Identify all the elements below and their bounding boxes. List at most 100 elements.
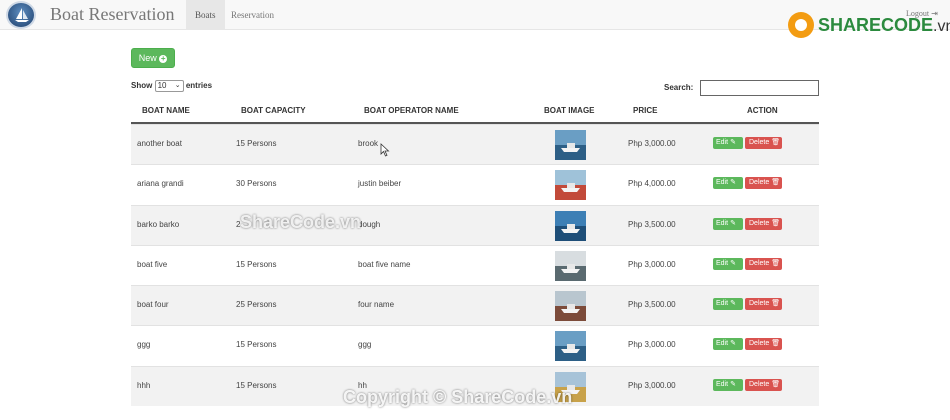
cell-boat-operator: brook: [358, 139, 379, 148]
watermark-copyright-text: Copyright © ShareCode.vn: [343, 387, 573, 407]
edit-button-label: Edit: [716, 300, 729, 308]
trash-icon: 🗑: [771, 380, 781, 388]
trash-icon: 🗑: [771, 219, 781, 227]
header-boat-operator[interactable]: BOAT OPERATOR NAME: [364, 106, 459, 115]
sharecode-logo-suffix: .vn: [933, 18, 950, 35]
pencil-icon: ✎: [730, 340, 736, 348]
edit-button[interactable]: Edit ✎: [713, 177, 743, 190]
edit-button-label: Edit: [716, 139, 729, 146]
boat-image-thumbnail[interactable]: [555, 331, 586, 362]
boats-table: BOAT NAME BOAT CAPACITY BOAT OPERATOR NA…: [131, 101, 819, 407]
delete-button-label: Delete: [749, 219, 770, 227]
cell-boat-name: another boat: [137, 139, 182, 148]
chevron-down-icon: ⌄: [174, 82, 181, 89]
pencil-icon: ✎: [730, 380, 736, 388]
cell-boat-operator: justin beiber: [358, 179, 402, 189]
header-boat-capacity[interactable]: BOAT CAPACITY: [241, 106, 306, 115]
cell-boat-name: ggg: [137, 340, 151, 350]
tab-reservation[interactable]: Reservation: [222, 0, 283, 30]
delete-button[interactable]: Delete 🗑: [745, 217, 782, 230]
cell-boat-capacity: 15 Persons: [236, 340, 277, 350]
delete-button-label: Delete: [749, 300, 770, 308]
brand-title[interactable]: Boat Reservation: [50, 4, 174, 25]
table-row: ariana grandi 30 Persons justin beiber Php …: [131, 164, 819, 205]
delete-button[interactable]: Delete 🗑: [745, 177, 782, 190]
search-input[interactable]: [700, 80, 819, 96]
cell-price: Php 3,500.00: [628, 219, 676, 229]
tab-boats[interactable]: Boats: [186, 0, 225, 30]
sharecode-logo-main: SHARECODE: [818, 15, 934, 35]
edit-button-label: Edit: [716, 380, 729, 388]
entries-selected-value: 10: [157, 81, 167, 90]
sailboat-logo-icon[interactable]: [6, 1, 36, 29]
delete-button-label: Delete: [749, 380, 770, 388]
entries-select[interactable]: 10 ⌄: [154, 80, 184, 92]
delete-button-label: Delete: [749, 179, 770, 187]
edit-button[interactable]: Edit ✎: [713, 338, 743, 351]
trash-icon: 🗑: [771, 340, 781, 348]
trash-icon: 🗑: [771, 300, 781, 308]
cell-price: Php 4,000.00: [628, 179, 676, 189]
header-action: ACTION: [747, 106, 778, 115]
cell-boat-operator: dough: [358, 219, 381, 229]
pencil-icon: ✎: [730, 179, 736, 187]
header-boat-name[interactable]: BOAT NAME: [142, 106, 190, 115]
edit-button-label: Edit: [716, 340, 729, 348]
table-row: boat four 25 Persons four name Php 3,500.00…: [131, 285, 819, 326]
delete-button[interactable]: Delete 🗑: [745, 378, 782, 391]
cell-boat-capacity: 15 Persons: [236, 259, 277, 269]
pencil-icon: ✎: [730, 300, 736, 308]
delete-button-label: Delete: [749, 340, 770, 348]
mouse-cursor-icon: [380, 143, 390, 157]
boat-image-thumbnail[interactable]: [555, 250, 586, 281]
edit-button[interactable]: Edit ✎: [713, 298, 743, 311]
cell-boat-operator: ggg: [358, 340, 372, 350]
delete-button[interactable]: Delete 🗑: [745, 257, 782, 270]
header-price[interactable]: PRICE: [633, 106, 657, 115]
delete-button[interactable]: Delete 🗑: [745, 137, 782, 149]
cell-price: Php 3,500.00: [628, 300, 676, 310]
trash-icon: 🗑: [771, 139, 781, 146]
cell-boat-capacity: 30 Persons: [236, 179, 277, 189]
delete-button-label: Delete: [749, 139, 770, 146]
sharecode-logo-icon: [788, 12, 814, 38]
boat-image-thumbnail[interactable]: [555, 130, 586, 160]
sharecode-watermark-logo: SHARECODE.vn: [788, 10, 950, 40]
entries-label: entries: [185, 81, 213, 91]
boat-image-thumbnail[interactable]: [555, 170, 586, 201]
plus-circle-icon: +: [159, 54, 168, 63]
cell-boat-name: boat four: [137, 300, 169, 310]
boat-image-thumbnail[interactable]: [555, 210, 586, 241]
edit-button-label: Edit: [716, 179, 729, 187]
edit-button[interactable]: Edit ✎: [713, 378, 743, 391]
cell-boat-operator: four name: [358, 300, 395, 310]
cell-price: Php 3,000.00: [628, 380, 676, 390]
watermark-center-text: ShareCode.vn: [240, 212, 362, 232]
sharecode-logo-text: SHARECODE.vn: [818, 15, 950, 36]
cell-boat-name: hhh: [137, 380, 151, 390]
cell-boat-capacity: 15 Persons: [236, 380, 277, 390]
edit-button[interactable]: Edit ✎: [713, 257, 743, 270]
delete-button[interactable]: Delete 🗑: [745, 338, 782, 351]
table-row: another boat 15 Persons brook Php 3,000.00 E…: [131, 124, 819, 165]
delete-button-label: Delete: [749, 259, 770, 267]
table-row: boat five 15 Persons boat five name Php 3,0…: [131, 244, 819, 286]
delete-button[interactable]: Delete 🗑: [745, 298, 782, 311]
cell-boat-operator: boat five name: [358, 259, 411, 269]
cell-boat-capacity: 25 Persons: [236, 300, 277, 310]
pencil-icon: ✎: [730, 219, 736, 227]
trash-icon: 🗑: [771, 259, 781, 267]
cell-price: Php 3,000.00: [628, 340, 676, 350]
edit-button[interactable]: Edit ✎: [713, 137, 743, 149]
edit-button[interactable]: Edit ✎: [713, 217, 743, 230]
search-label: Search:: [664, 83, 694, 92]
pencil-icon: ✎: [730, 259, 736, 267]
cell-boat-name: boat five: [137, 259, 168, 269]
table-row: ggg 15 Persons ggg Php 3,000.00 Edit ✎ Delete 🗑: [131, 325, 819, 366]
new-boat-button[interactable]: New +: [131, 48, 175, 68]
show-label: Show: [131, 81, 153, 91]
cell-boat-capacity: 15 Persons: [236, 139, 277, 148]
boat-image-thumbnail[interactable]: [555, 291, 586, 322]
trash-icon: 🗑: [771, 179, 781, 187]
header-boat-image[interactable]: BOAT IMAGE: [544, 106, 595, 115]
